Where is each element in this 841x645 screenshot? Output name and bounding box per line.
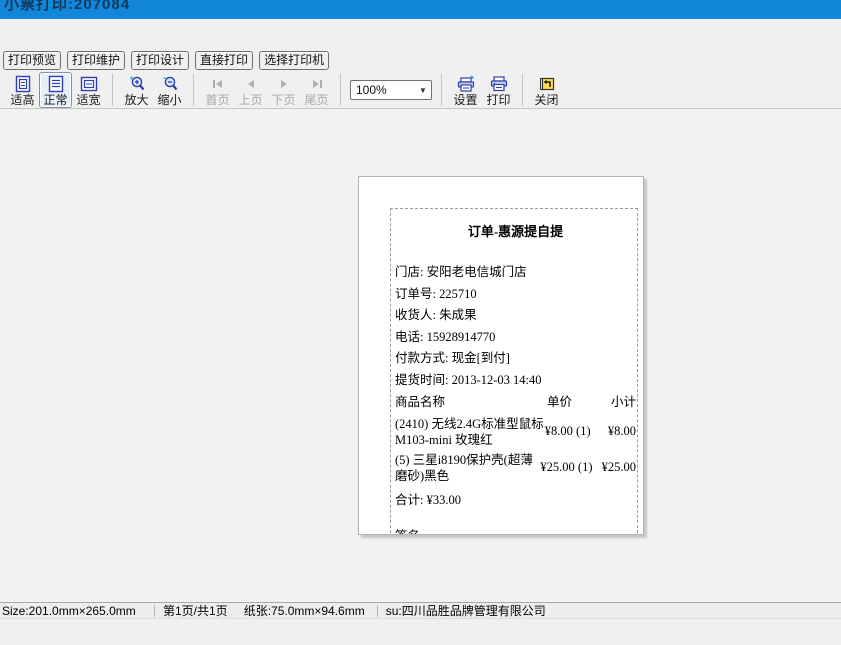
toolbar-separator <box>193 74 194 106</box>
last-page-button[interactable]: 尾页 <box>300 73 333 107</box>
print-preview-button[interactable]: 打印预览 <box>3 51 61 70</box>
receipt-table-header: 商品名称 单价 小计 <box>395 392 636 414</box>
normal-view-label: 正常 <box>43 93 67 107</box>
next-page-label: 下页 <box>271 93 295 107</box>
receipt-item-row: (5) 三星i8190保护壳(超薄磨砂)黑色 ¥25.00 (1) ¥25.00 <box>395 450 636 486</box>
item-unit-price: ¥8.00 (1) <box>545 424 608 439</box>
receipt-pickup-time-line: 提货时间: 2013-12-03 14:40 <box>395 370 636 392</box>
first-page-icon <box>201 74 234 94</box>
receipt-store-line: 门店: 安阳老电信城门店 <box>395 262 636 284</box>
status-doc-size: Size:201.0mm×265.0mm <box>2 604 154 618</box>
fit-width-button[interactable]: 适宽 <box>72 73 105 107</box>
zoom-level-value: 100% <box>351 83 415 97</box>
printer-settings-icon <box>449 74 482 94</box>
fit-width-icon <box>72 74 105 94</box>
next-page-button[interactable]: 下页 <box>267 73 300 107</box>
next-page-icon <box>267 74 300 94</box>
receipt-print-window: { "window": { "title": "小票打印:207084" }, … <box>0 0 841 645</box>
prev-page-button[interactable]: 上页 <box>234 73 267 107</box>
printer-settings-button[interactable]: 设置 <box>449 73 482 107</box>
item-unit-price: ¥25.00 (1) <box>540 460 601 475</box>
zoom-in-button[interactable]: 放大 <box>120 73 153 107</box>
zoom-out-label: 缩小 <box>157 93 181 107</box>
col-header-product: 商品名称 <box>395 392 547 414</box>
prev-page-label: 上页 <box>238 93 262 107</box>
status-separator <box>377 605 378 617</box>
preview-toolbar: 适高 正常 适宽 <box>0 72 841 109</box>
receipt-title: 订单-惠源提自提 <box>395 221 636 240</box>
receipt-phone-line: 电话: 15928914770 <box>395 327 636 349</box>
item-subtotal: ¥8.00 <box>608 424 636 439</box>
signature-line <box>429 528 475 536</box>
toolbar-separator <box>112 74 113 106</box>
close-exit-icon <box>530 74 563 94</box>
zoom-out-icon <box>153 74 186 94</box>
status-paper-size: 纸张:75.0mm×94.6mm <box>244 602 365 619</box>
select-printer-button[interactable]: 选择打印机 <box>259 51 329 70</box>
status-page-indicator: 第1页/共1页 <box>163 602 228 619</box>
receipt-total-line: 合计: ¥33.00 <box>395 489 636 511</box>
chevron-down-icon[interactable]: ▼ <box>415 81 431 99</box>
print-action-buttons: 打印预览 打印维护 打印设计 直接打印 选择打印机 <box>3 51 329 70</box>
item-name: (5) 三星i8190保护壳(超薄磨砂)黑色 <box>395 452 540 484</box>
receipt-order-no-line: 订单号: 225710 <box>395 284 636 306</box>
first-page-button[interactable]: 首页 <box>201 73 234 107</box>
close-button[interactable]: 关闭 <box>530 73 563 107</box>
receipt-content: 订单-惠源提自提 门店: 安阳老电信城门店 订单号: 225710 收货人: 朱… <box>395 221 636 535</box>
print-button[interactable]: 打印 <box>482 73 515 107</box>
status-supplier: su:四川品胜品牌管理有限公司 <box>386 602 546 619</box>
normal-view-button[interactable]: 正常 <box>39 72 72 108</box>
fit-height-label: 适高 <box>10 93 34 107</box>
normal-view-icon <box>40 74 71 94</box>
last-page-label: 尾页 <box>304 93 328 107</box>
prev-page-icon <box>234 74 267 94</box>
receipt-signature-row: 签名: <box>395 526 636 536</box>
printer-settings-label: 设置 <box>453 93 477 107</box>
col-header-subtotal: 小计 <box>611 392 636 414</box>
col-header-unit-price: 单价 <box>547 392 611 414</box>
print-preview-area[interactable]: 订单-惠源提自提 门店: 安阳老电信城门店 订单号: 225710 收货人: 朱… <box>0 110 841 602</box>
print-maintain-button[interactable]: 打印维护 <box>67 51 125 70</box>
last-page-icon <box>300 74 333 94</box>
close-label: 关闭 <box>534 93 558 107</box>
receipt-page: 订单-惠源提自提 门店: 安阳老电信城门店 订单号: 225710 收货人: 朱… <box>358 176 644 535</box>
toolbar-separator <box>340 74 341 106</box>
toolbar-separator <box>522 74 523 106</box>
signature-label: 签名: <box>395 529 423 536</box>
fit-height-icon <box>6 74 39 94</box>
receipt-item-row: (2410) 无线2.4G标准型鼠标 M103-mini 玫瑰红 ¥8.00 (… <box>395 414 636 450</box>
zoom-out-button[interactable]: 缩小 <box>153 73 186 107</box>
zoom-level-select[interactable]: 100% ▼ <box>350 80 432 100</box>
item-subtotal: ¥25.00 <box>602 460 636 475</box>
status-bar: Size:201.0mm×265.0mm 第1页/共1页 纸张:75.0mm×9… <box>0 602 841 618</box>
title-bar: 小票打印:207084 <box>0 0 841 19</box>
printer-icon <box>482 74 515 94</box>
receipt-payment-line: 付款方式: 现金[到付] <box>395 348 636 370</box>
fit-height-button[interactable]: 适高 <box>6 73 39 107</box>
toolbar-separator <box>441 74 442 106</box>
paper-boundary: 订单-惠源提自提 门店: 安阳老电信城门店 订单号: 225710 收货人: 朱… <box>390 208 638 535</box>
print-label: 打印 <box>486 93 510 107</box>
window-title: 小票打印:207084 <box>4 0 130 14</box>
zoom-in-icon <box>120 74 153 94</box>
print-design-button[interactable]: 打印设计 <box>131 51 189 70</box>
window-bottom-strip <box>0 618 841 645</box>
fit-width-label: 适宽 <box>76 93 100 107</box>
zoom-in-label: 放大 <box>124 93 148 107</box>
direct-print-button[interactable]: 直接打印 <box>195 51 253 70</box>
item-name: (2410) 无线2.4G标准型鼠标 M103-mini 玫瑰红 <box>395 416 545 448</box>
first-page-label: 首页 <box>205 93 229 107</box>
status-separator <box>154 605 155 617</box>
receipt-consignee-line: 收货人: 朱成果 <box>395 305 636 327</box>
